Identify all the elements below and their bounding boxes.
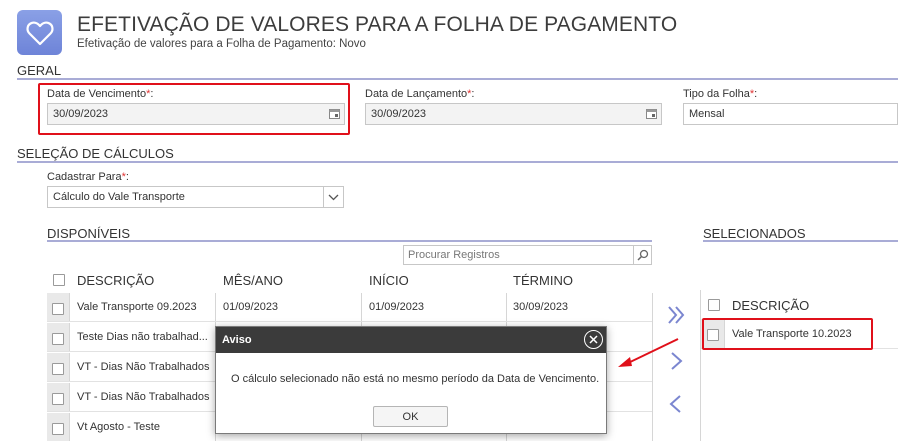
chevron-down-icon[interactable]: [323, 187, 343, 207]
warning-dialog: Aviso O cálculo selecionado não está no …: [215, 326, 607, 434]
column-header-termino[interactable]: TÉRMINO: [513, 273, 573, 288]
ok-button[interactable]: OK: [373, 406, 448, 427]
cell-mes-ano: 01/09/2023: [223, 301, 279, 313]
cell-descricao: VT - Dias Não Trabalhados: [77, 391, 210, 403]
app-icon: [17, 10, 62, 55]
search-icon[interactable]: [633, 246, 651, 264]
cadastrar-para-select[interactable]: Cálculo do Vale Transporte: [47, 186, 344, 208]
section-title-selecao: SELEÇÃO DE CÁLCULOS: [17, 146, 174, 161]
page-subtitle: Efetivação de valores para a Folha de Pa…: [77, 38, 366, 50]
dialog-title: Aviso: [222, 334, 252, 346]
close-icon[interactable]: [584, 330, 603, 349]
move-left-icon[interactable]: [668, 393, 682, 420]
annotation-arrow-icon: [618, 338, 679, 367]
row-checkbox[interactable]: [52, 363, 64, 375]
data-lancamento-label: Data de Lançamento*:: [365, 88, 475, 100]
page-title: EFETIVAÇÃO DE VALORES PARA A FOLHA DE PA…: [77, 13, 678, 36]
cadastrar-para-label: Cadastrar Para*:: [47, 171, 129, 183]
cell-descricao: Teste Dias não trabalhad...: [77, 331, 208, 343]
dialog-message: O cálculo selecionado não está no mesmo …: [231, 373, 600, 385]
select-all-selected-checkbox[interactable]: [708, 299, 720, 311]
column-header-selected-descricao[interactable]: DESCRIÇÃO: [732, 298, 809, 313]
disponiveis-title: DISPONÍVEIS: [47, 226, 131, 241]
tipo-folha-label: Tipo da Folha*:: [683, 88, 758, 100]
highlight-box-selected: [702, 318, 873, 350]
move-all-right-icon[interactable]: [667, 304, 685, 331]
dialog-header: Aviso: [216, 327, 606, 353]
cell-descricao: Vale Transporte 09.2023: [77, 301, 197, 313]
cell-descricao: Vt Agosto - Teste: [77, 421, 160, 433]
row-checkbox[interactable]: [52, 423, 64, 435]
section-divider: [47, 240, 652, 242]
heart-icon: [25, 21, 54, 45]
highlight-box-vencimento: [38, 83, 350, 135]
data-lancamento-field[interactable]: 30/09/2023: [365, 103, 662, 125]
section-divider: [17, 78, 898, 80]
select-all-checkbox[interactable]: [53, 274, 65, 286]
column-header-mes-ano[interactable]: MÊS/ANO: [223, 273, 283, 288]
cell-inicio: 01/09/2023: [369, 301, 425, 313]
row-checkbox[interactable]: [52, 333, 64, 345]
table-row[interactable]: Vale Transporte 09.2023 01/09/2023 01/09…: [47, 293, 652, 322]
row-checkbox[interactable]: [52, 303, 64, 315]
column-header-descricao[interactable]: DESCRIÇÃO: [77, 273, 154, 288]
section-divider: [17, 161, 898, 163]
calendar-icon[interactable]: [642, 105, 660, 123]
tipo-folha-select[interactable]: Mensal: [683, 103, 898, 125]
section-divider: [703, 240, 898, 242]
section-title-geral: GERAL: [17, 63, 62, 78]
cell-descricao: VT - Dias Não Trabalhados: [77, 361, 210, 373]
column-header-inicio[interactable]: INÍCIO: [369, 273, 409, 288]
cell-termino: 30/09/2023: [513, 301, 569, 313]
selecionados-title: SELECIONADOS: [703, 226, 806, 241]
search-input[interactable]: Procurar Registros: [403, 245, 652, 265]
row-checkbox[interactable]: [52, 393, 64, 405]
